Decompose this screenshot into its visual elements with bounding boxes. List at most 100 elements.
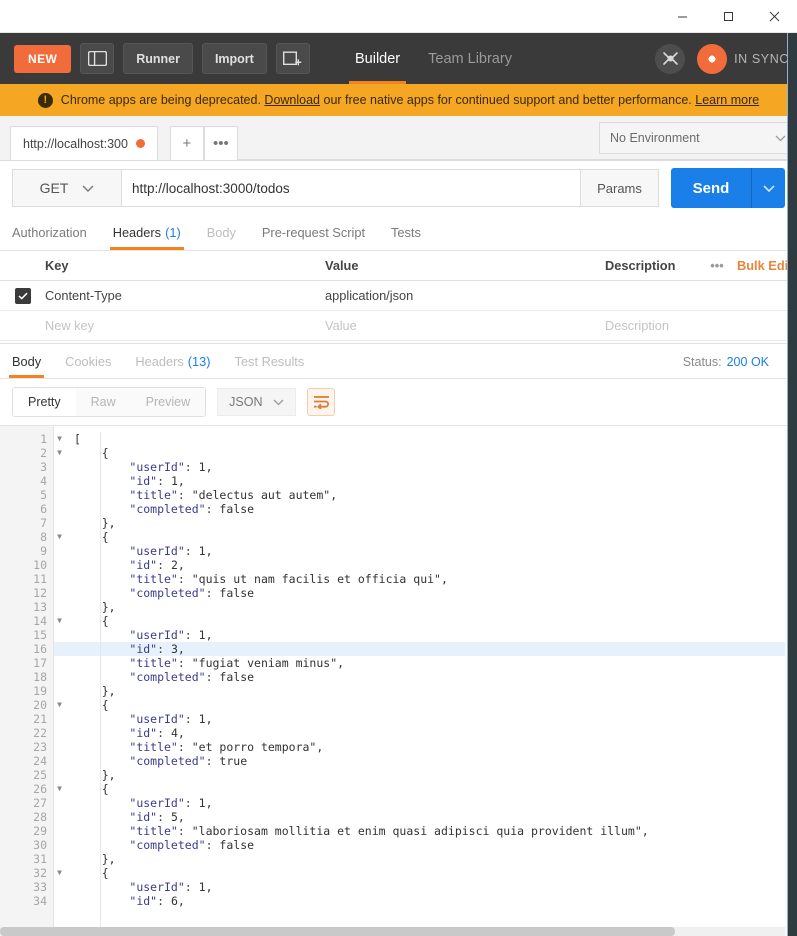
view-mode-pretty[interactable]: Pretty [13, 388, 76, 416]
subtab-pre-request-script[interactable]: Pre-request Script [262, 215, 365, 250]
code-line: "id": 6, [129, 894, 185, 908]
runner-button[interactable]: Runner [123, 43, 193, 74]
request-subtabs: Authorization Headers (1) Body Pre-reque… [0, 215, 797, 251]
sidebar-toggle-icon [87, 51, 107, 66]
window-right-edge-line [787, 33, 788, 936]
code-line: [ [74, 432, 81, 446]
line-number: 33 [33, 880, 47, 894]
format-selector[interactable]: JSON [217, 388, 297, 416]
send-options-button[interactable] [751, 168, 785, 208]
alert-icon: ! [37, 92, 53, 108]
code-line: { [74, 698, 109, 712]
add-tab-button[interactable]: + [169, 126, 204, 160]
header-key[interactable]: Content-Type [45, 288, 325, 303]
close-icon [769, 11, 779, 21]
response-tab-body[interactable]: Body [8, 344, 45, 378]
request-tab-strip: http://localhost:300 + ••• No Environmen… [0, 116, 797, 161]
sync-status[interactable]: IN SYNC [697, 43, 789, 74]
sidebar-toggle-button[interactable] [80, 43, 115, 74]
view-mode-group: Pretty Raw Preview [12, 387, 207, 417]
new-window-button[interactable] [275, 43, 310, 74]
line-number: 24 [33, 754, 47, 768]
minimize-icon [677, 16, 687, 17]
subtab-headers[interactable]: Headers (1) [109, 215, 184, 250]
maximize-button[interactable] [705, 0, 751, 32]
response-tab-headers[interactable]: Headers (13) [135, 344, 210, 378]
tab-options-button[interactable]: ••• [203, 126, 238, 160]
url-input[interactable]: http://localhost:3000/todos [122, 169, 581, 207]
line-number: 27 [33, 796, 47, 810]
response-tab-cookies[interactable]: Cookies [65, 344, 111, 378]
format-value: JSON [229, 395, 263, 409]
code-line: "userId": 1, [129, 628, 213, 642]
banner-learn-more-link[interactable]: Learn more [695, 93, 759, 107]
interceptor-button[interactable] [655, 43, 686, 74]
new-button[interactable]: NEW [14, 44, 72, 73]
column-value: Value [325, 258, 359, 273]
import-button[interactable]: Import [201, 43, 267, 74]
line-number: 5 [40, 488, 47, 502]
line-number: 14 ▼ [33, 614, 62, 628]
hscrollbar-thumb[interactable] [0, 927, 676, 936]
line-number: 15 [33, 628, 47, 642]
status-badge: Status: 200 OK [683, 344, 769, 380]
code-line: "title": "quis ut nam facilis et officia… [129, 572, 448, 586]
environment-selector[interactable]: No Environment [599, 122, 797, 154]
view-mode-raw[interactable]: Raw [75, 388, 131, 416]
sync-label: IN SYNC [734, 51, 789, 66]
deprecation-banner: ! Chrome apps are being deprecated. Down… [0, 84, 797, 116]
new-value-input[interactable]: Value [325, 318, 605, 333]
header-value[interactable]: application/json [325, 288, 605, 303]
new-key-input[interactable]: New key [45, 318, 325, 333]
code-line: "completed": false [129, 586, 255, 600]
subtab-body[interactable]: Body [207, 215, 236, 250]
response-controls: Pretty Raw Preview JSON [0, 379, 797, 425]
line-number: 17 [33, 656, 47, 670]
banner-text-before: Chrome apps are being deprecated. [60, 93, 261, 107]
banner-download-link[interactable]: Download [264, 93, 320, 107]
view-mode-preview[interactable]: Preview [130, 388, 206, 416]
send-button[interactable]: Send [671, 168, 751, 208]
tab-builder[interactable]: Builder [348, 33, 407, 84]
horizontal-scrollbar[interactable] [0, 927, 785, 936]
tab-team-library[interactable]: Team Library [428, 33, 512, 84]
line-number: 25 [33, 768, 47, 782]
wrap-lines-button[interactable] [307, 388, 336, 416]
line-number: 4 [40, 474, 47, 488]
new-description-input[interactable]: Description [605, 318, 697, 333]
code-content[interactable]: [ { "userId": 1, "id": 1, "title": "dele… [54, 426, 797, 936]
close-button[interactable] [751, 0, 797, 32]
code-line: "userId": 1, [129, 880, 213, 894]
new-header-row[interactable]: New key Value Description [0, 311, 797, 341]
line-number-gutter: 1 ▼ 2 ▼ 3 4 5 6 7 8 ▼ 9 10 11 12 13 14 ▼ 15 16 17 18 19 20 ▼ 21 22… [0, 426, 62, 936]
response-tab-test-results[interactable]: Test Results [235, 344, 305, 378]
code-line: "title": "fugiat veniam minus", [129, 656, 345, 670]
line-number: 30 [33, 838, 47, 852]
satellite-icon [662, 52, 678, 65]
request-tab-label: http://localhost:300 [23, 136, 128, 151]
environment-group: No Environment [599, 122, 797, 154]
sync-icon [697, 43, 728, 74]
header-enabled-checkbox[interactable] [14, 287, 31, 304]
request-tab[interactable]: http://localhost:300 [10, 126, 158, 160]
params-button[interactable]: Params [581, 169, 659, 207]
line-number: 19 [33, 684, 47, 698]
line-number: 23 [33, 740, 47, 754]
postman-window: NEW Runner Import Builder Team Library I… [0, 0, 797, 936]
line-number: 28 [33, 810, 47, 824]
line-number: 12 [33, 586, 47, 600]
code-line: "completed": false [129, 838, 255, 852]
environment-value: No Environment [610, 131, 700, 145]
method-selector[interactable]: GET [12, 169, 122, 207]
subtab-headers-label: Headers [112, 225, 162, 240]
headers-more-button[interactable]: ••• [697, 258, 737, 273]
code-line: "userId": 1, [129, 544, 213, 558]
code-line: "id": 5, [129, 810, 185, 824]
subtab-tests[interactable]: Tests [391, 215, 421, 250]
code-line: "id": 1, [129, 474, 185, 488]
new-window-icon [283, 51, 302, 65]
table-row[interactable]: Content-Type application/json [0, 281, 797, 311]
subtab-authorization[interactable]: Authorization [12, 215, 87, 250]
code-line: "userId": 1, [129, 460, 213, 474]
minimize-button[interactable] [659, 0, 705, 32]
